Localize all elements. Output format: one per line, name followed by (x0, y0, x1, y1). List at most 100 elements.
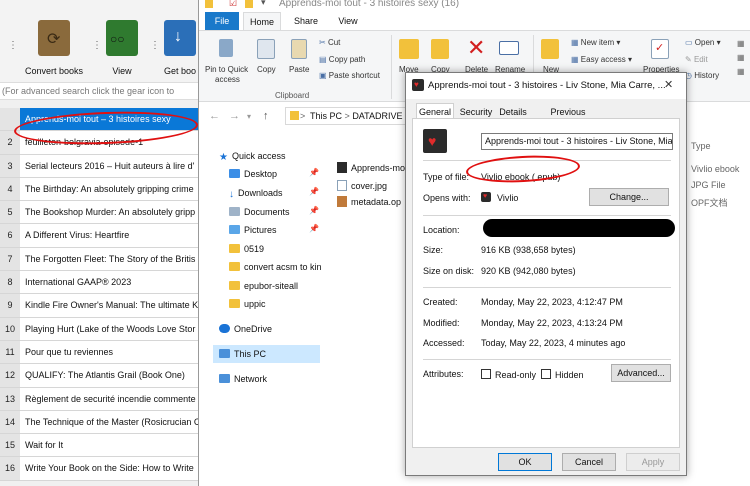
accessed-label: Accessed: (423, 338, 465, 348)
open-button[interactable]: ▭ Open ▾ (685, 38, 721, 47)
move-to-icon (399, 39, 419, 59)
folder-icon (205, 0, 213, 8)
size-on-disk-label: Size on disk: (423, 266, 475, 276)
book-row[interactable]: 10 Playing Hurt (Lake of the Woods Love S… (0, 317, 200, 341)
advanced-button[interactable]: Advanced... (611, 364, 671, 382)
recent-dropdown-icon[interactable]: ▾ (247, 112, 251, 121)
copy-button[interactable]: Copy (257, 65, 276, 74)
nav-desktop[interactable]: Desktop (229, 166, 277, 182)
paste-button[interactable]: Paste (289, 65, 309, 74)
breadcrumb-sep: > (344, 111, 350, 121)
redacted-location (483, 219, 675, 237)
breadcrumb-this-pc[interactable]: This PC (310, 111, 342, 121)
ok-button[interactable]: OK (498, 453, 552, 471)
history-button[interactable]: ◷ History (685, 71, 719, 80)
edit-button[interactable]: ✎ Edit (685, 55, 708, 64)
easy-access-button[interactable]: ▦ Easy access ▾ (571, 55, 632, 64)
accessed-value: Today, May 22, 2023, 4 minutes ago (481, 338, 626, 348)
copy-path-button[interactable]: ▤ Copy path (319, 55, 365, 64)
book-row[interactable]: 9 Kindle Fire Owner's Manual: The ultimat… (0, 294, 200, 318)
book-row[interactable]: 3 Serial lecteurs 2016 – Huit auteurs à l… (0, 154, 200, 178)
nav-folder-0519[interactable]: 0519 (229, 241, 264, 257)
convert-books-icon: ⟳ (38, 20, 70, 56)
nav-label: Documents (244, 207, 290, 217)
book-row-number: 7 (0, 247, 20, 271)
hidden-checkbox[interactable] (541, 369, 551, 379)
close-icon[interactable]: ✕ (664, 78, 673, 91)
tab-previous-versions[interactable]: Previous Versions (532, 105, 604, 131)
new-item-button[interactable]: ▦ New item ▾ (571, 38, 620, 47)
nav-network[interactable]: Network (219, 371, 267, 387)
cut-button[interactable]: ✂ Cut (319, 38, 340, 47)
book-row[interactable]: 15 Wait for It (0, 434, 200, 458)
history-label: History (694, 71, 720, 80)
divider (423, 359, 671, 360)
book-row[interactable]: 13 Règlement de securité incendie comment… (0, 387, 200, 411)
convert-books-button[interactable]: ⟳ Convert books (22, 20, 86, 76)
cancel-button[interactable]: Cancel (562, 453, 616, 471)
book-row[interactable]: 11 Pour que tu reviennes (0, 340, 200, 365)
nav-pictures[interactable]: Pictures (229, 222, 277, 238)
book-row[interactable]: 6 A Different Virus: Heartfire (0, 224, 200, 248)
nav-onedrive[interactable]: OneDrive (219, 321, 272, 337)
calibre-search-input[interactable]: (For advanced search click the gear icon… (0, 82, 200, 100)
pin-quick-access-button[interactable]: Pin to Quick (205, 65, 248, 74)
book-row-number: 16 (0, 457, 20, 480)
tab-file[interactable]: File (205, 12, 239, 30)
nav-label: 0519 (244, 244, 265, 254)
explorer-title: Apprends-moi tout - 3 histoires sexy (16… (279, 0, 460, 9)
file-item-metadata[interactable]: metadata.op (337, 194, 401, 210)
book-row[interactable]: 8 International GAAP® 2023 (0, 271, 200, 295)
tab-security[interactable]: Security (456, 105, 496, 119)
breadcrumb-drive[interactable]: DATADRIVE (352, 111, 402, 121)
properties-icon: ✓ (651, 39, 669, 59)
open-label: Open (694, 38, 715, 47)
paste-shortcut-button[interactable]: ▣ Paste shortcut (319, 71, 380, 80)
nav-folder-convert[interactable]: convert acsm to kin (229, 259, 322, 275)
copy-to-icon (431, 39, 449, 59)
address-box[interactable]: > This PC > DATADRIVE (285, 107, 415, 125)
nav-folder-epubor[interactable]: epubor-siteall (229, 278, 298, 294)
copy-path-label: Copy path (328, 55, 366, 64)
up-arrow-icon[interactable]: ↑ (263, 110, 269, 122)
nav-downloads[interactable]: ↓ Downloads (229, 185, 283, 201)
book-row[interactable]: 7 The Forgotten Fleet: The Story of the B… (0, 247, 200, 272)
file-name-input[interactable]: Apprends-moi tout - 3 histoires - Liv St… (481, 133, 673, 150)
tab-home[interactable]: Home (243, 12, 281, 30)
book-row-number: 10 (0, 317, 20, 340)
forward-arrow-icon[interactable]: → (229, 110, 240, 122)
nav-folder-uppic[interactable]: uppic (229, 296, 266, 312)
apply-button[interactable]: Apply (626, 453, 680, 471)
dialog-titlebar: ♥ Apprends-moi tout - 3 histoires - Liv … (406, 73, 686, 99)
file-item-cover[interactable]: cover.jpg (337, 178, 387, 194)
tab-details[interactable]: Details (496, 105, 530, 119)
type-column-header[interactable]: Type (691, 141, 711, 151)
nav-this-pc[interactable]: This PC (219, 346, 266, 362)
nav-documents[interactable]: Documents (229, 204, 290, 220)
view-button[interactable]: ○○ View (104, 20, 140, 76)
nav-quick-access[interactable]: ★ Quick access (219, 148, 286, 164)
file-item-epub[interactable]: Apprends-mo (337, 160, 405, 176)
tab-view[interactable]: View (335, 12, 361, 30)
book-row[interactable]: 14 The Technique of the Master (Rosicruci… (0, 410, 200, 435)
tab-general[interactable]: General (416, 103, 454, 119)
read-only-checkbox[interactable] (481, 369, 491, 379)
tab-share[interactable]: Share (291, 12, 321, 30)
get-books-button[interactable]: ↓ Get boo (160, 20, 200, 76)
calibre-book-list: Apprends-moi tout – 3 histoires sexy 2 feu… (0, 108, 200, 481)
select-icons[interactable]: ▦ ▦ ▦ (737, 37, 745, 79)
book-row[interactable]: 5 The Bookshop Murder: An absolutely grip… (0, 201, 200, 225)
book-row-number: 8 (0, 271, 20, 294)
dropdown-arrow-icon: ▾ (627, 55, 632, 64)
book-row[interactable]: 12 QUALIFY: The Atlantis Grail (Book One) (0, 364, 200, 388)
nav-label: Downloads (238, 188, 283, 198)
book-row[interactable]: 16 Write Your Book on the Side: How to Wr… (0, 457, 200, 481)
paste-shortcut-icon: ▣ (319, 71, 327, 80)
change-button[interactable]: Change... (589, 188, 669, 206)
book-row[interactable]: 4 The Birthday: An absolutely gripping cr… (0, 177, 200, 202)
hidden-label[interactable]: Hidden (555, 370, 584, 380)
back-arrow-icon[interactable]: ← (209, 110, 220, 122)
read-only-label[interactable]: Read-only (495, 370, 536, 380)
dropdown-arrow-icon[interactable]: ▾ (261, 0, 266, 8)
desktop-icon (229, 169, 240, 178)
